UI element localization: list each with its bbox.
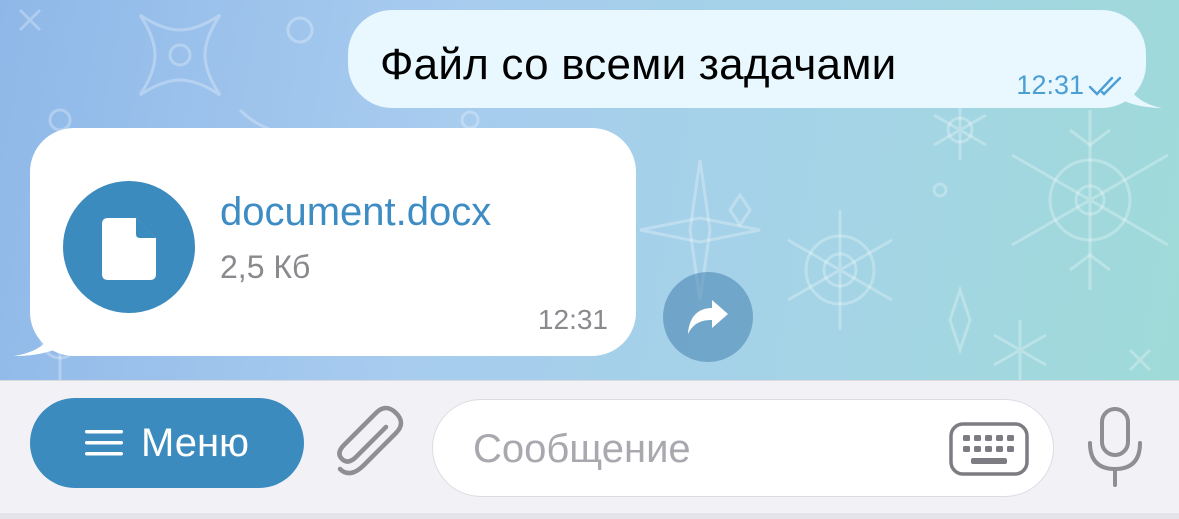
menu-button[interactable]: Меню — [30, 398, 304, 488]
hamburger-icon — [84, 430, 123, 456]
bubble-tail — [14, 322, 58, 356]
bubble-tail — [1122, 74, 1162, 108]
outgoing-message[interactable]: Файл со всеми задачами 12:31 — [348, 10, 1162, 108]
message-input[interactable] — [471, 420, 935, 478]
share-arrow-icon — [688, 300, 728, 334]
double-check-icon — [1088, 76, 1122, 96]
paperclip-icon[interactable] — [330, 405, 408, 483]
bottom-divider — [0, 513, 1179, 519]
file-icon — [102, 218, 156, 280]
menu-label: Меню — [140, 420, 250, 465]
keyboard-icon[interactable] — [949, 422, 1029, 476]
microphone-icon[interactable] — [1080, 405, 1150, 489]
file-name[interactable]: document.docx — [220, 190, 491, 235]
message-input-field[interactable] — [432, 399, 1054, 497]
download-file-button[interactable] — [63, 181, 195, 313]
chat-background: Файл со всеми задачами 12:31 document.do… — [0, 0, 1179, 380]
message-text: Файл со всеми задачами — [380, 40, 897, 89]
message-meta: 12:31 — [1016, 70, 1126, 101]
message-time: 12:31 — [537, 304, 608, 335]
file-size: 2,5 Кб — [220, 249, 311, 285]
share-button[interactable] — [663, 272, 753, 362]
message-time: 12:31 — [1016, 70, 1084, 100]
message-composer: Меню — [0, 380, 1179, 519]
incoming-file-message[interactable]: document.docx 2,5 Кб 12:31 — [14, 128, 636, 356]
